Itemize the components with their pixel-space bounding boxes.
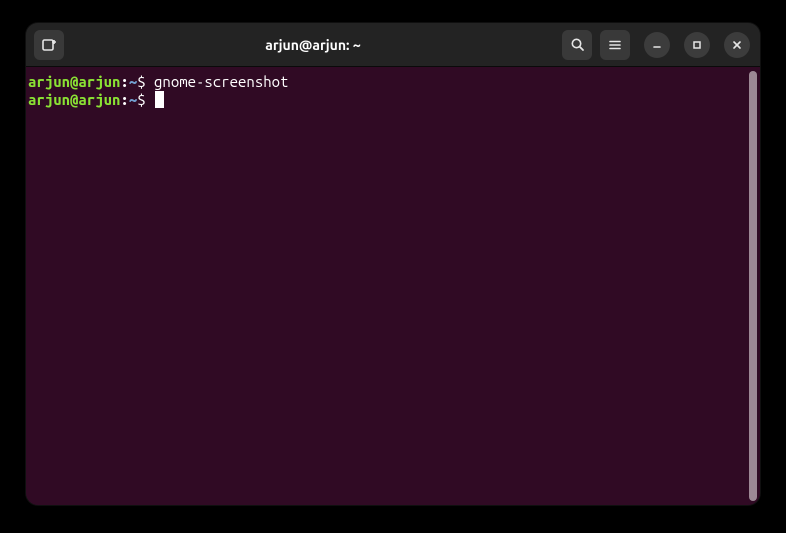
titlebar-right	[562, 30, 752, 60]
prompt-symbol: $	[137, 73, 145, 90]
prompt-path: ~	[129, 91, 137, 108]
titlebar: arjun@arjun: ~	[26, 23, 760, 67]
command-text: gnome-screenshot	[154, 73, 288, 90]
command-text	[146, 91, 154, 108]
prompt-path: ~	[129, 73, 137, 90]
terminal-line: arjun@arjun:~$ gnome-screenshot	[28, 73, 758, 91]
text-cursor	[155, 91, 164, 108]
scrollbar[interactable]	[749, 71, 757, 501]
prompt-separator: :	[120, 91, 128, 108]
minimize-icon	[652, 40, 662, 50]
command-text	[146, 73, 154, 90]
window-title: arjun@arjun: ~	[72, 37, 554, 53]
terminal-window: arjun@arjun: ~	[26, 23, 760, 505]
search-icon	[570, 37, 585, 52]
prompt-symbol: $	[137, 91, 145, 108]
search-button[interactable]	[562, 30, 592, 60]
menu-button[interactable]	[600, 30, 630, 60]
window-controls	[644, 32, 750, 58]
terminal-line: arjun@arjun:~$	[28, 91, 758, 109]
prompt-user-host: arjun@arjun	[28, 73, 120, 90]
close-icon	[732, 40, 742, 50]
minimize-button[interactable]	[644, 32, 670, 58]
maximize-button[interactable]	[684, 32, 710, 58]
prompt-separator: :	[120, 73, 128, 90]
new-tab-icon	[41, 37, 57, 53]
prompt-user-host: arjun@arjun	[28, 91, 120, 108]
new-tab-button[interactable]	[34, 30, 64, 60]
maximize-icon	[692, 40, 702, 50]
hamburger-menu-icon	[608, 38, 622, 52]
close-button[interactable]	[724, 32, 750, 58]
terminal-body[interactable]: arjun@arjun:~$ gnome-screenshot arjun@ar…	[26, 67, 760, 505]
